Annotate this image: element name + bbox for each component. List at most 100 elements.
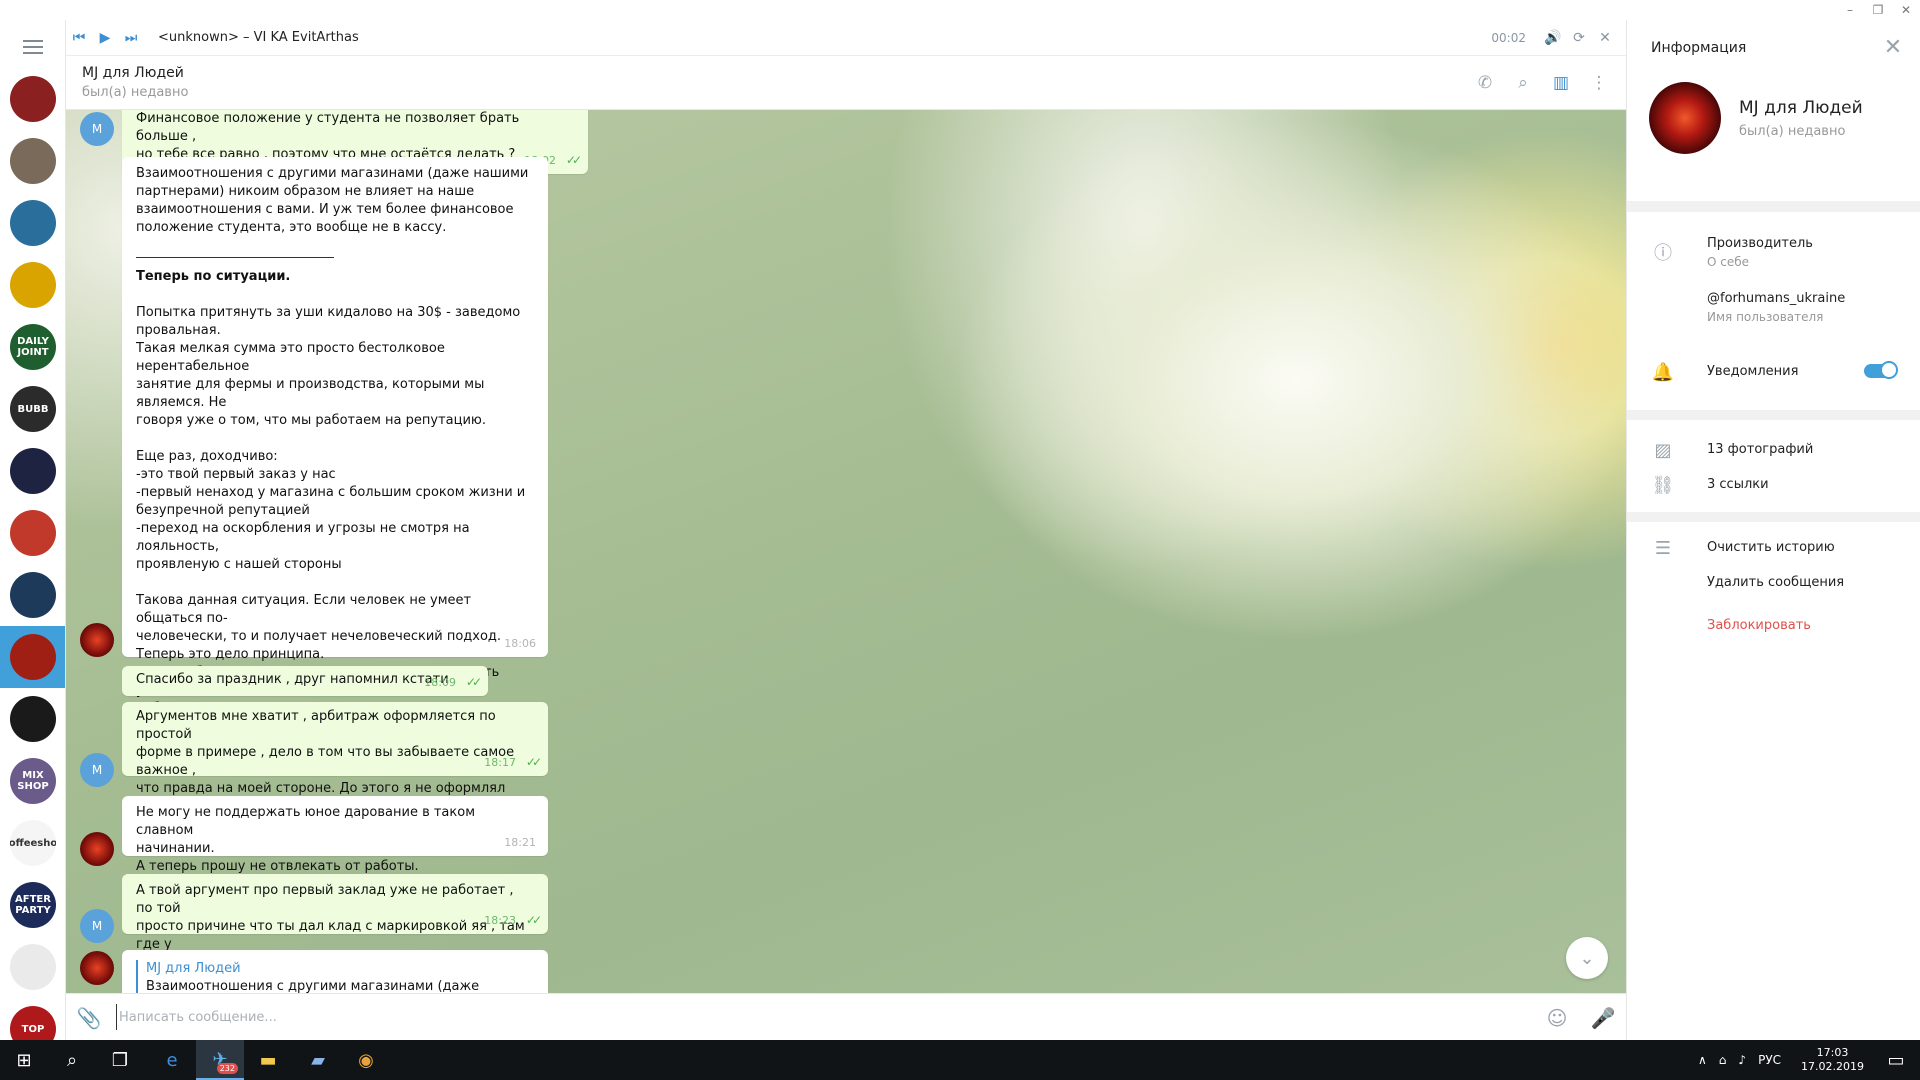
search-icon[interactable]: ⌕ (48, 1040, 96, 1080)
player-controls: 🔊 ⟳ ✕ (1540, 20, 1618, 56)
notifications-toggle[interactable] (1864, 361, 1898, 379)
tray-chevron-icon[interactable]: ∧ (1698, 1053, 1707, 1067)
avatar[interactable] (80, 832, 114, 866)
scroll-down-button[interactable]: ⌄ (1566, 937, 1608, 979)
chat-list-item[interactable]: offeesho (0, 812, 65, 874)
microphone-icon[interactable]: 🎤 (1580, 994, 1626, 1041)
notifications-row[interactable]: 🔔 Уведомления (1627, 361, 1920, 394)
minimize-button[interactable]: – (1836, 0, 1864, 20)
file-explorer-icon[interactable]: ▬ (244, 1040, 292, 1080)
language-indicator[interactable]: РУС (1758, 1053, 1781, 1067)
clear-history-row[interactable]: ☰ Очистить историю (1627, 538, 1920, 559)
username-row[interactable]: @forhumans_ukraine Имя пользователя (1627, 291, 1920, 324)
edge-browser-icon[interactable]: e (148, 1040, 196, 1080)
chat-avatar (10, 696, 56, 742)
profile-avatar[interactable] (1649, 82, 1721, 154)
close-player-icon[interactable]: ✕ (1592, 20, 1618, 56)
avatar[interactable]: M (80, 753, 114, 787)
repeat-icon[interactable]: ⟳ (1566, 20, 1592, 56)
play-icon[interactable]: ▶ (92, 20, 118, 56)
about-row[interactable]: ⓘ Производитель О себе (1627, 236, 1920, 269)
chat-avatar: BUBB (10, 386, 56, 432)
avatar[interactable]: M (80, 112, 114, 146)
message-time: 18:23 (484, 914, 516, 927)
chat-list-item[interactable] (0, 688, 65, 750)
photos-row[interactable]: ▨ 13 фотографий (1627, 440, 1920, 461)
block-row[interactable]: Заблокировать (1627, 618, 1920, 633)
more-icon[interactable]: ⋮ (1580, 65, 1618, 101)
message-bubble[interactable]: MJ для Людей Взаимоотношения с другими м… (122, 950, 548, 993)
reply-text: Взаимоотношения с другими магазинами (да… (146, 979, 480, 993)
chat-list-item[interactable]: DAILY JOINT (0, 316, 65, 378)
about-label: О себе (1707, 255, 1750, 269)
network-icon[interactable]: ⌂ (1719, 1053, 1727, 1067)
previous-track-icon[interactable]: ⏮ (66, 20, 92, 56)
avatar[interactable]: M (80, 909, 114, 943)
close-window-button[interactable]: ✕ (1892, 0, 1920, 20)
chat-list-item[interactable] (0, 192, 65, 254)
info-circle-icon: ⓘ (1654, 243, 1672, 264)
clock-time: 17:03 (1816, 1046, 1849, 1059)
delete-messages-label: Удалить сообщения (1707, 575, 1845, 590)
chat-list-item[interactable] (0, 130, 65, 192)
chat-list-item[interactable]: MIX SHOP (0, 750, 65, 812)
username-value: @forhumans_ukraine (1707, 291, 1846, 306)
media-player-bar: ⏮ ▶ ⏭ <unknown> – VI KA EvitArthas 00:02… (66, 20, 1626, 56)
message-bubble[interactable]: А твой аргумент про первый заклад уже не… (122, 874, 548, 970)
reply-quote[interactable]: MJ для Людей Взаимоотношения с другими м… (136, 960, 534, 993)
message-area[interactable]: Финансовое положение у студента не позво… (66, 110, 1626, 993)
section-separator (1627, 410, 1920, 420)
avatar[interactable] (80, 951, 114, 985)
phone-icon[interactable]: ✆ (1466, 65, 1504, 101)
chat-list-item[interactable] (0, 564, 65, 626)
chat-list-item[interactable] (0, 440, 65, 502)
search-icon[interactable]: ⌕ (1504, 65, 1542, 101)
chat-list-item[interactable] (0, 68, 65, 130)
clock-date: 17.02.2019 (1801, 1060, 1864, 1073)
info-header: Информация ✕ (1627, 20, 1920, 72)
chat-list-item[interactable]: BUBB (0, 378, 65, 440)
message-bold-text: Теперь по ситуации. (136, 269, 291, 284)
chat-list-item[interactable] (0, 626, 65, 688)
info-panel-icon[interactable]: ▥ (1542, 65, 1580, 101)
message-empty-line (136, 237, 534, 255)
volume-tray-icon[interactable]: ♪ (1738, 1053, 1746, 1067)
chat-list-item[interactable]: AFTER PARTY (0, 874, 65, 936)
message-divider (136, 257, 334, 258)
volume-icon[interactable]: 🔊 (1540, 20, 1566, 56)
avatar[interactable] (80, 623, 114, 657)
track-title: <unknown> (158, 30, 239, 45)
message-bubble[interactable]: Спасибо за праздник , друг напомнил кста… (122, 666, 488, 696)
chat-list-item[interactable] (0, 936, 65, 998)
chrome-icon[interactable]: ◉ (342, 1040, 390, 1080)
attach-icon[interactable]: 📎 (66, 994, 112, 1041)
chat-list-item[interactable] (0, 502, 65, 564)
message-bubble[interactable]: Взаимоотношения с другими магазинами (да… (122, 157, 548, 734)
message-text: Взаимоотношения с другими магазинами (да… (136, 166, 529, 235)
next-track-icon[interactable]: ⏭ (118, 20, 144, 56)
task-view-icon[interactable]: ❐ (96, 1040, 144, 1080)
chat-title[interactable]: MJ для Людей (82, 65, 184, 81)
message-bubble[interactable]: Не могу не поддержать юное дарование в т… (122, 796, 548, 874)
emoji-icon[interactable]: ☺ (1534, 994, 1580, 1041)
close-icon[interactable]: ✕ (1880, 34, 1906, 60)
delete-messages-row[interactable]: Удалить сообщения (1627, 575, 1920, 590)
message-time: 18:21 (504, 836, 536, 849)
profile-name: MJ для Людей (1739, 98, 1863, 118)
menu-icon[interactable] (0, 20, 65, 74)
notification-center-icon[interactable]: ▭ (1872, 1040, 1920, 1080)
message-input[interactable] (116, 1004, 1496, 1030)
telegram-app-icon[interactable]: ✈ 232 (196, 1040, 244, 1080)
track-info[interactable]: <unknown> – VI KA EvitArthas (158, 30, 359, 45)
chat-list-item[interactable]: TOP (0, 998, 65, 1040)
reply-author: MJ для Людей (146, 961, 241, 976)
chat-list: DAILY JOINT BUBB MIX SHOP offeesho AFTER PAR… (0, 68, 65, 1040)
message-bubble[interactable]: Аргументов мне хватит , арбитраж оформля… (122, 702, 548, 832)
app-icon[interactable]: ▰ (294, 1040, 342, 1080)
windows-start-icon[interactable]: ⊞ (0, 1040, 48, 1080)
clock[interactable]: 17:03 17.02.2019 (1801, 1046, 1864, 1074)
chat-list-item[interactable] (0, 254, 65, 316)
restore-button[interactable]: ❐ (1864, 0, 1892, 20)
links-row[interactable]: ⛓ 3 ссылки (1627, 475, 1920, 496)
message-text: Не могу не поддержать юное дарование в т… (136, 805, 476, 874)
